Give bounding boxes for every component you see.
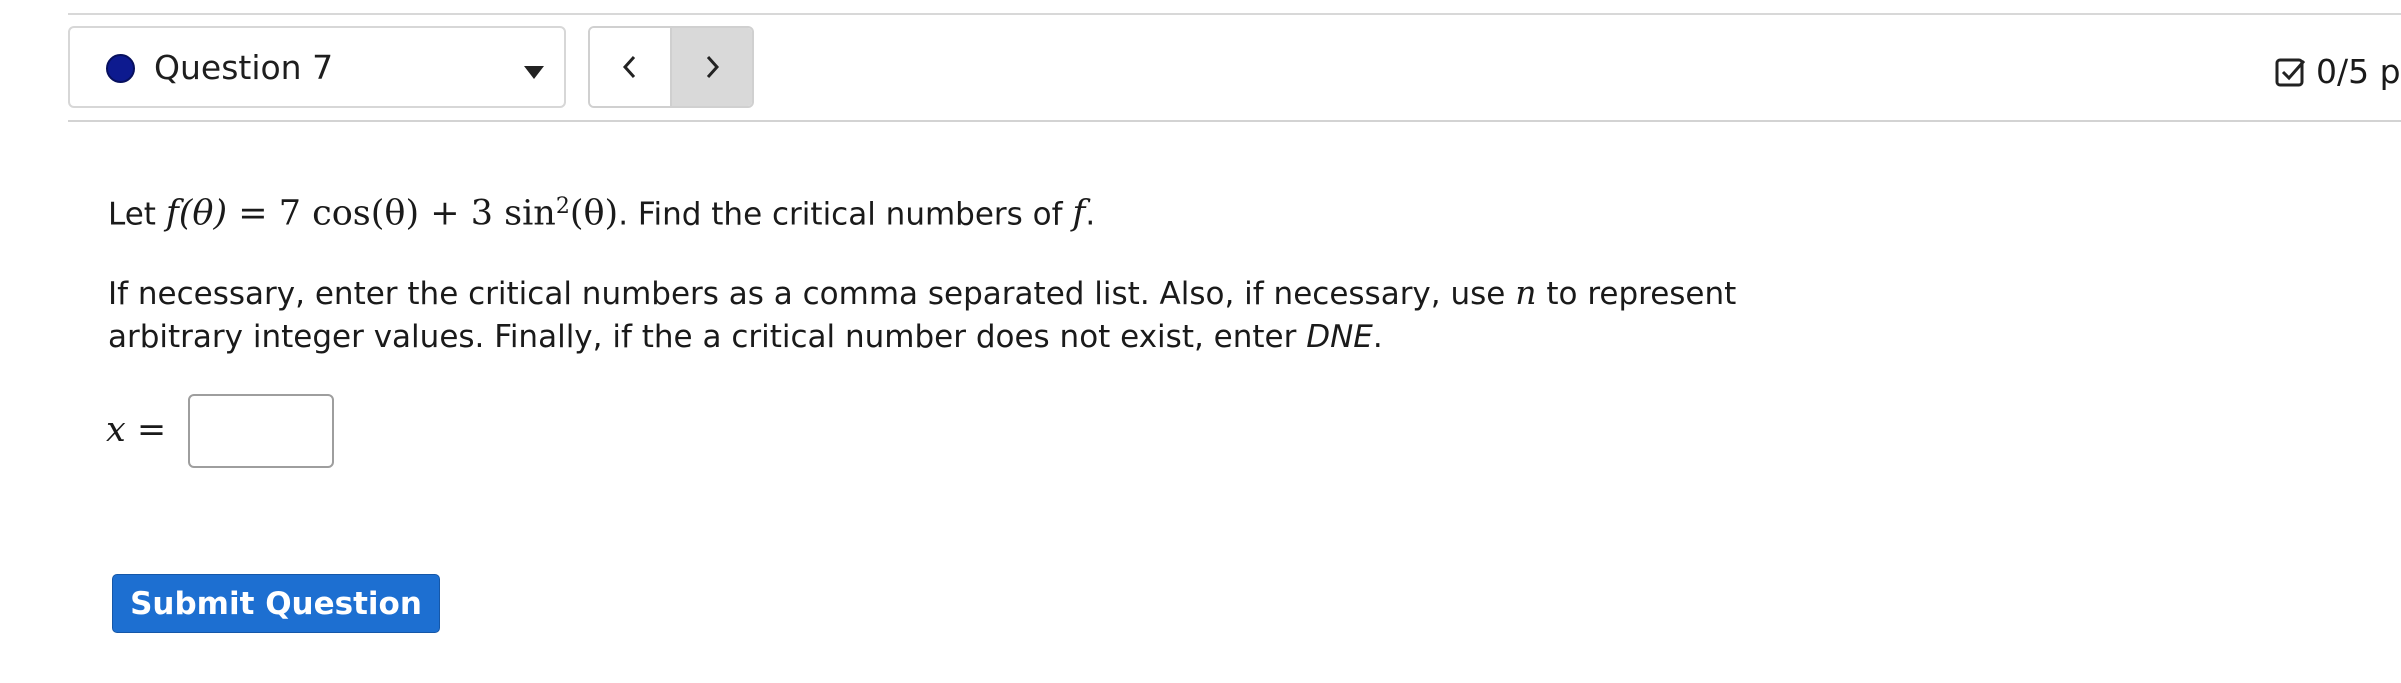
- instructions-line-1: If necessary, enter the critical numbers…: [108, 272, 1736, 315]
- math-tail: (θ): [569, 193, 619, 234]
- prompt-prefix: Let: [108, 196, 166, 233]
- question-selector[interactable]: Question 7: [68, 26, 566, 108]
- dropdown-arrow-icon: [524, 66, 544, 79]
- instructions-text-2b: .: [1372, 319, 1383, 355]
- next-question-button[interactable]: [672, 28, 752, 106]
- question-nav: [588, 26, 754, 108]
- chevron-right-icon: [706, 55, 720, 79]
- question-prompt: Let f(θ) = 7 cos(θ) + 3 sin2(θ). Find th…: [108, 186, 1095, 235]
- question-status-dot: [106, 54, 135, 83]
- instructions-dne: DNE: [1306, 319, 1373, 355]
- chevron-left-icon: [622, 55, 636, 79]
- previous-question-button[interactable]: [590, 28, 672, 106]
- prompt-end: .: [1085, 196, 1096, 233]
- header-divider: [68, 120, 2401, 122]
- math-expression: = 7 cos(θ) + 3 sin: [227, 193, 556, 234]
- math-function-name: f(θ): [165, 193, 228, 234]
- points-text: 0/5 p: [2316, 52, 2401, 91]
- answer-input[interactable]: [188, 394, 334, 468]
- instructions-text-2a: arbitrary integer values. Finally, if th…: [108, 319, 1307, 355]
- question-selector-label: Question 7: [154, 48, 334, 87]
- top-divider: [68, 13, 2401, 15]
- prompt-mid: . Find the critical numbers of: [618, 196, 1073, 233]
- answer-label: x =: [106, 410, 167, 450]
- checkbox-icon: [2275, 58, 2306, 87]
- instructions-variable-n: n: [1515, 273, 1537, 312]
- points-indicator: 0/5 p: [2274, 50, 2401, 94]
- math-exponent: 2: [555, 194, 570, 219]
- instructions-line-2: arbitrary integer values. Finally, if th…: [108, 316, 1383, 358]
- instructions-text-1a: If necessary, enter the critical numbers…: [108, 276, 1516, 312]
- math-f: f: [1072, 193, 1086, 234]
- instructions-text-1b: to represent: [1536, 276, 1737, 312]
- submit-question-button[interactable]: Submit Question: [112, 574, 440, 633]
